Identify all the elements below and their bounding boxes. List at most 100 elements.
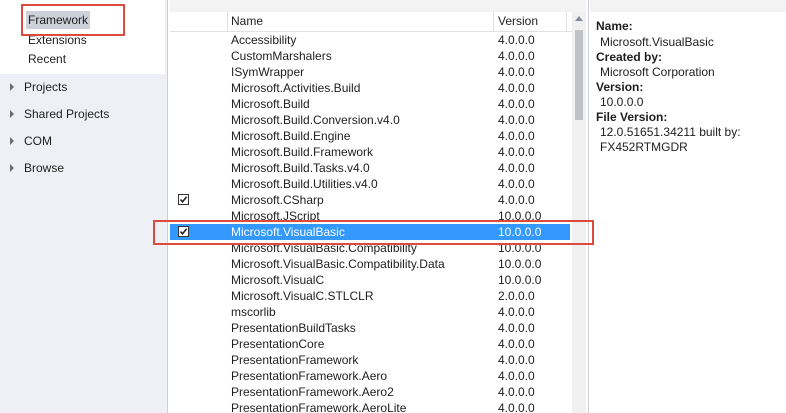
column-separator[interactable] — [493, 12, 494, 31]
detail-created-label: Created by: — [596, 50, 663, 64]
row-version: 4.0.0.0 — [498, 193, 535, 207]
table-row[interactable]: Microsoft.VisualC.STLCLR 2.0.0.0 — [170, 288, 570, 304]
row-name: Accessibility — [231, 33, 297, 47]
category-label: Browse — [24, 161, 65, 175]
expand-arrow-icon[interactable] — [10, 137, 14, 145]
table-row[interactable]: PresentationFramework.Aero 4.0.0.0 — [170, 368, 570, 384]
row-name: Microsoft.CSharp — [231, 193, 324, 207]
scrollbar-thumb[interactable] — [575, 30, 583, 120]
column-separator[interactable] — [566, 12, 567, 31]
category-label: COM — [24, 134, 52, 148]
tree-item-label: Recent — [28, 52, 67, 66]
detail-name-label: Name: — [596, 19, 633, 33]
vertical-scrollbar[interactable] — [572, 12, 586, 413]
row-version: 4.0.0.0 — [498, 81, 535, 95]
row-version: 4.0.0.0 — [498, 385, 535, 399]
table-row[interactable]: Microsoft.VisualBasic.Compatibility.Data… — [170, 256, 570, 272]
row-name: CustomMarshalers — [231, 49, 332, 63]
table-row[interactable]: Accessibility 4.0.0.0 — [170, 32, 570, 48]
list-header: Name Version — [170, 12, 572, 32]
detail-file-version-label: File Version: — [596, 110, 668, 124]
row-name: Microsoft.VisualC — [231, 273, 325, 287]
row-name: Microsoft.Build.Engine — [231, 129, 351, 143]
table-row[interactable]: Microsoft.Activities.Build 4.0.0.0 — [170, 80, 570, 96]
category-label: Shared Projects — [24, 107, 110, 121]
detail-file-version-build: FX452RTMGDR — [600, 140, 688, 154]
row-version: 4.0.0.0 — [498, 337, 535, 351]
row-version: 4.0.0.0 — [498, 369, 535, 383]
detail-name-value: Microsoft.VisualBasic — [600, 35, 714, 49]
table-row[interactable]: ISymWrapper 4.0.0.0 — [170, 64, 570, 80]
table-row[interactable]: Microsoft.CSharp 4.0.0.0 — [170, 192, 570, 208]
row-version: 2.0.0.0 — [498, 289, 535, 303]
table-row[interactable]: Microsoft.Build.Utilities.v4.0 4.0.0.0 — [170, 176, 570, 192]
row-name: PresentationFramework — [231, 353, 359, 367]
detail-file-version-value: 12.0.51651.34211 built by: — [600, 125, 741, 139]
row-version: 4.0.0.0 — [498, 161, 535, 175]
table-row[interactable]: Microsoft.Build.Tasks.v4.0 4.0.0.0 — [170, 160, 570, 176]
detail-created-value: Microsoft Corporation — [600, 65, 715, 79]
row-name: Microsoft.VisualC.STLCLR — [231, 289, 374, 303]
table-row[interactable]: PresentationFramework.Aero2 4.0.0.0 — [170, 384, 570, 400]
row-version: 10.0.0.0 — [498, 257, 542, 271]
reference-category-pane: Framework Extensions Recent Projects Sha… — [0, 0, 167, 413]
table-row[interactable]: PresentationBuildTasks 4.0.0.0 — [170, 320, 570, 336]
row-version: 4.0.0.0 — [498, 65, 535, 79]
scroll-up-arrow-icon[interactable] — [575, 16, 583, 21]
row-version: 4.0.0.0 — [498, 49, 535, 63]
row-version: 4.0.0.0 — [498, 129, 535, 143]
row-version: 4.0.0.0 — [498, 401, 535, 413]
row-name: Microsoft.Build.Utilities.v4.0 — [231, 177, 378, 191]
row-version: 4.0.0.0 — [498, 113, 535, 127]
pane-divider[interactable] — [588, 0, 589, 413]
table-row[interactable]: Microsoft.Build.Engine 4.0.0.0 — [170, 128, 570, 144]
row-version: 4.0.0.0 — [498, 321, 535, 335]
row-name: PresentationFramework.Aero — [231, 369, 388, 383]
row-name: PresentationBuildTasks — [231, 321, 356, 335]
table-row[interactable]: PresentationCore 4.0.0.0 — [170, 336, 570, 352]
row-version: 4.0.0.0 — [498, 145, 535, 159]
column-header-name[interactable]: Name — [231, 12, 263, 31]
row-name: Microsoft.Build.Tasks.v4.0 — [231, 161, 370, 175]
pane-divider[interactable] — [167, 0, 168, 413]
expand-arrow-icon[interactable] — [10, 83, 14, 91]
row-version: 4.0.0.0 — [498, 97, 535, 111]
highlight-framework-box — [21, 4, 125, 36]
table-row[interactable]: Microsoft.Build.Conversion.v4.0 4.0.0.0 — [170, 112, 570, 128]
table-row[interactable]: PresentationFramework 4.0.0.0 — [170, 352, 570, 368]
highlight-selected-row-box — [153, 220, 594, 245]
details-top-strip — [590, 0, 786, 12]
row-version: 4.0.0.0 — [498, 177, 535, 191]
row-name: Microsoft.Build.Conversion.v4.0 — [231, 113, 400, 127]
tree-item-recent[interactable]: Recent — [28, 50, 66, 68]
row-name: PresentationCore — [231, 337, 325, 351]
table-row[interactable]: CustomMarshalers 4.0.0.0 — [170, 48, 570, 64]
category-label: Projects — [24, 80, 68, 94]
table-row[interactable]: PresentationFramework.AeroLite 4.0.0.0 — [170, 400, 570, 413]
row-name: Microsoft.Build — [231, 97, 310, 111]
row-name: PresentationFramework.Aero2 — [231, 385, 394, 399]
row-version: 10.0.0.0 — [498, 273, 542, 287]
list-top-strip — [170, 0, 586, 12]
checkbox[interactable] — [178, 194, 189, 205]
row-name: Microsoft.VisualBasic.Compatibility.Data — [231, 257, 445, 271]
row-version: 4.0.0.0 — [498, 33, 535, 47]
row-name: Microsoft.Activities.Build — [231, 81, 361, 95]
expand-arrow-icon[interactable] — [10, 164, 14, 172]
row-name: Microsoft.Build.Framework — [231, 145, 374, 159]
row-name: ISymWrapper — [231, 65, 305, 79]
row-name: PresentationFramework.AeroLite — [231, 401, 407, 413]
column-header-version[interactable]: Version — [498, 12, 538, 31]
detail-version-value: 10.0.0.0 — [600, 95, 644, 109]
expand-arrow-icon[interactable] — [10, 110, 14, 118]
detail-version-label: Version: — [596, 80, 644, 94]
row-version: 4.0.0.0 — [498, 305, 535, 319]
row-name: mscorlib — [231, 305, 276, 319]
table-row[interactable]: mscorlib 4.0.0.0 — [170, 304, 570, 320]
column-separator[interactable] — [227, 12, 228, 31]
assembly-list: Name Version Accessibility 4.0.0.0 CustomM… — [170, 0, 586, 413]
table-row[interactable]: Microsoft.VisualC 10.0.0.0 — [170, 272, 570, 288]
details-pane: Name: Microsoft.VisualBasic Created by: … — [590, 0, 786, 413]
table-row[interactable]: Microsoft.Build 4.0.0.0 — [170, 96, 570, 112]
table-row[interactable]: Microsoft.Build.Framework 4.0.0.0 — [170, 144, 570, 160]
